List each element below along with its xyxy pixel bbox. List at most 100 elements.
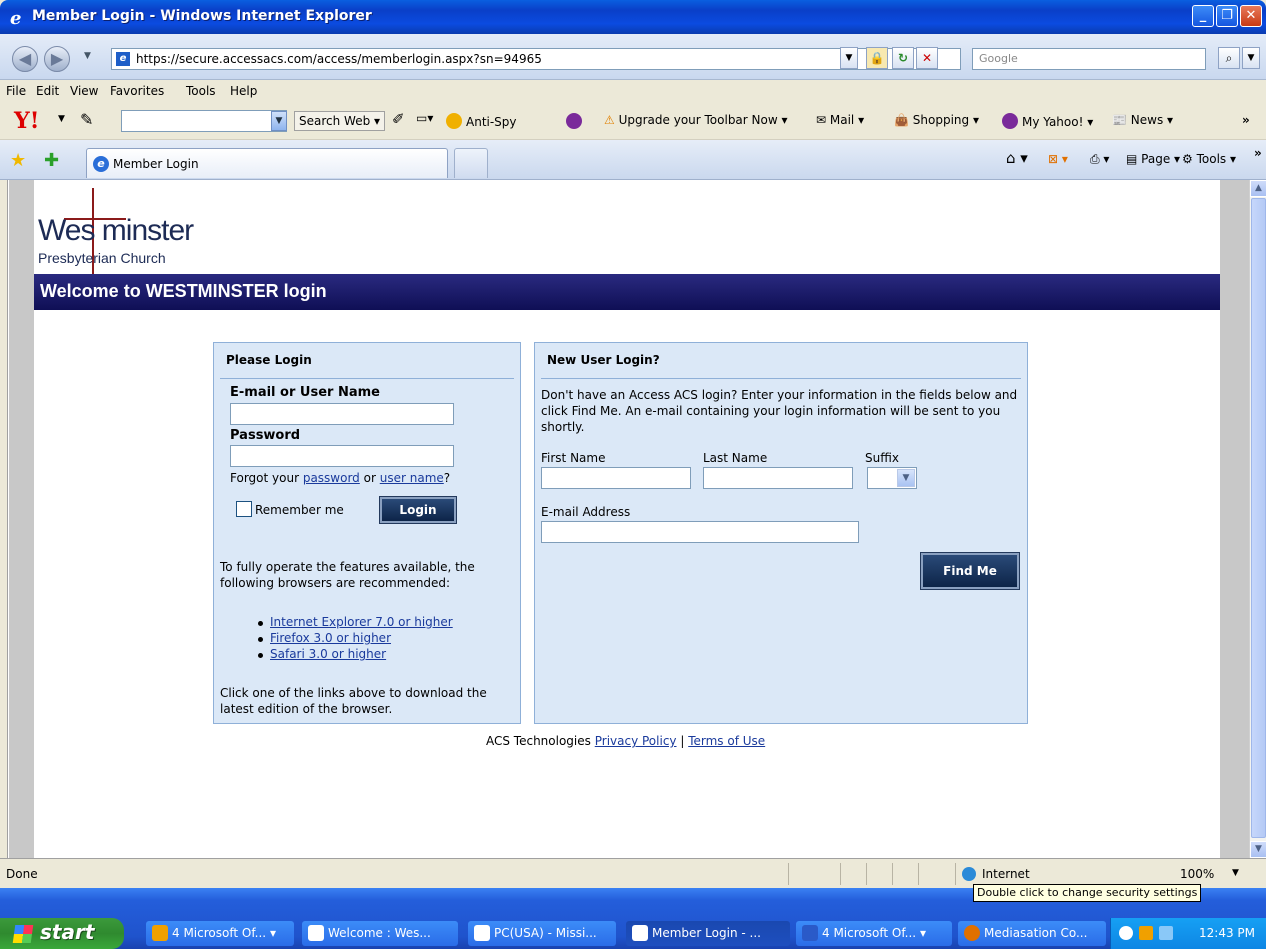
feeds-icon[interactable]: ⊠ ▾ [1048, 152, 1068, 166]
privacy-policy-link[interactable]: Privacy Policy [595, 734, 677, 748]
menu-help[interactable]: Help [230, 84, 257, 98]
user-name-input[interactable] [230, 403, 454, 425]
yahoo-dropdown-icon[interactable]: ▼ [58, 114, 65, 124]
suffix-select[interactable]: ▼ [867, 467, 917, 489]
lock-icon[interactable]: 🔒 [866, 47, 888, 69]
status-separator [955, 863, 956, 885]
add-favorite-icon[interactable]: ✚ [44, 150, 59, 171]
scroll-up-icon[interactable]: ▲ [1250, 180, 1266, 197]
taskbar-item-pcusa[interactable]: PC(USA) - Missi... [468, 921, 616, 946]
menu-view[interactable]: View [70, 84, 98, 98]
find-me-button[interactable]: Find Me [920, 552, 1020, 590]
yahoo-search-input[interactable] [121, 110, 287, 132]
terms-of-use-link[interactable]: Terms of Use [688, 734, 765, 748]
browser-link-ie[interactable]: Internet Explorer 7.0 or higher [270, 615, 453, 629]
stop-button[interactable]: ✕ [916, 47, 938, 69]
shopping-button[interactable]: 👜 Shopping ▾ [894, 113, 979, 127]
status-separator [788, 863, 789, 885]
tray-network-icon[interactable] [1159, 926, 1173, 940]
yahoo-search-dropdown[interactable]: ▼ [271, 111, 287, 131]
ie-icon [308, 925, 324, 941]
pencil-icon[interactable]: ✎ [80, 110, 93, 129]
search-options-button[interactable]: ▼ [1242, 47, 1260, 69]
more-chevron-icon[interactable]: » [1242, 113, 1250, 127]
clock[interactable]: 12:43 PM [1199, 926, 1255, 940]
login-button[interactable]: Login [379, 496, 457, 524]
browser-link-safari[interactable]: Safari 3.0 or higher [270, 647, 386, 661]
vertical-scrollbar[interactable]: ▲ ▼ [1249, 180, 1266, 858]
news-button[interactable]: 📰 News ▾ [1112, 113, 1173, 127]
email-label: E-mail Address [541, 505, 631, 519]
close-button[interactable]: ✕ [1240, 5, 1262, 27]
taskbar-item-firefox[interactable]: Mediasation Co... [958, 921, 1106, 946]
status-separator [840, 863, 841, 885]
form-fill-icon[interactable]: ▭▾ [416, 111, 433, 125]
upgrade-toolbar-button[interactable]: ⚠ Upgrade your Toolbar Now ▾ [604, 113, 788, 127]
search-icon[interactable]: ⌕ [1218, 47, 1240, 69]
suffix-label: Suffix [865, 451, 899, 465]
tools-menu-button[interactable]: ⚙ Tools ▾ [1182, 152, 1236, 166]
zoom-level[interactable]: 100% [1180, 867, 1214, 881]
back-button[interactable]: ◀ [12, 46, 38, 72]
scroll-down-icon[interactable]: ▼ [1250, 841, 1266, 858]
email-address-input[interactable] [541, 521, 859, 543]
url-text: https://secure.accessacs.com/access/memb… [136, 52, 542, 66]
news-icon: 📰 [1112, 113, 1127, 127]
last-name-input[interactable] [703, 467, 853, 489]
taskbar-item-welcome[interactable]: Welcome : Wes... [302, 921, 458, 946]
home-icon[interactable]: ⌂ ▾ [1006, 149, 1028, 167]
print-icon[interactable]: ⎙ ▾ [1090, 152, 1109, 167]
my-yahoo-button[interactable]: My Yahoo! ▾ [1002, 113, 1093, 129]
zone-text[interactable]: Internet [982, 867, 1030, 881]
westminster-logo[interactable]: Wes minster Presbyterian Church [36, 188, 236, 274]
favorites-star-icon[interactable]: ★ [10, 150, 26, 171]
refresh-button[interactable]: ↻ [892, 47, 914, 69]
maximize-button[interactable]: ❐ [1216, 5, 1238, 27]
highlighter-icon[interactable]: ✐ [392, 110, 405, 128]
search-input[interactable]: Google [972, 48, 1206, 70]
menu-favorites[interactable]: Favorites [110, 84, 164, 98]
status-separator [866, 863, 867, 885]
menu-tools[interactable]: Tools [186, 84, 216, 98]
tab-more-chevron-icon[interactable]: » [1254, 146, 1262, 160]
footer-company: ACS Technologies [486, 734, 591, 748]
forgot-password-link[interactable]: password [303, 471, 360, 485]
welcome-banner: Welcome to WESTMINSTER login [34, 274, 1220, 310]
password-input[interactable] [230, 445, 454, 467]
yahoo-logo-icon[interactable]: Y! [14, 108, 39, 134]
zoom-dropdown-icon[interactable]: ▼ [1232, 868, 1239, 878]
menu-edit[interactable]: Edit [36, 84, 59, 98]
mail-button[interactable]: ✉ Mail ▾ [816, 113, 864, 127]
tray-chevron-icon[interactable] [1119, 926, 1133, 940]
page-footer: ACS Technologies Privacy Policy | Terms … [486, 734, 765, 748]
anti-spy-button[interactable]: Anti-Spy [446, 113, 517, 129]
first-name-input[interactable] [541, 467, 691, 489]
address-dropdown-button[interactable]: ▼ [840, 47, 858, 69]
taskbar-item-outlook[interactable]: 4 Microsoft Of... ▾ [146, 921, 294, 946]
start-button[interactable]: start [0, 918, 124, 949]
my-yahoo-label: My Yahoo! [1022, 115, 1084, 129]
forgot-username-link[interactable]: user name [380, 471, 444, 485]
browser-link-firefox[interactable]: Firefox 3.0 or higher [270, 631, 391, 645]
popup-blocker-icon[interactable] [566, 113, 586, 129]
scroll-thumb[interactable] [1251, 198, 1266, 838]
status-separator [892, 863, 893, 885]
search-web-button[interactable]: Search Web ▾ [294, 111, 386, 131]
tab-member-login[interactable]: e Member Login [86, 148, 448, 178]
minimize-button[interactable]: _ [1192, 5, 1214, 27]
page-menu-button[interactable]: ▤ Page ▾ [1126, 152, 1180, 166]
taskbar-item-member-login[interactable]: Member Login - ... [626, 921, 790, 946]
menu-file[interactable]: File [6, 84, 26, 98]
window-title: Member Login - Windows Internet Explorer [32, 8, 372, 24]
tray-reminder-icon[interactable] [1139, 926, 1153, 940]
status-separator [918, 863, 919, 885]
globe-icon[interactable] [962, 867, 976, 881]
forward-button[interactable]: ▶ [44, 46, 70, 72]
search-web-label: Search Web [299, 114, 371, 128]
remember-me-checkbox[interactable] [236, 501, 252, 517]
new-tab-button[interactable] [454, 148, 488, 178]
taskbar-item-label: Mediasation Co... [984, 926, 1088, 940]
address-field[interactable]: e https://secure.accessacs.com/access/me… [111, 48, 961, 70]
recent-pages-dropdown-icon[interactable]: ▼ [84, 51, 91, 61]
taskbar-item-word[interactable]: 4 Microsoft Of... ▾ [796, 921, 952, 946]
